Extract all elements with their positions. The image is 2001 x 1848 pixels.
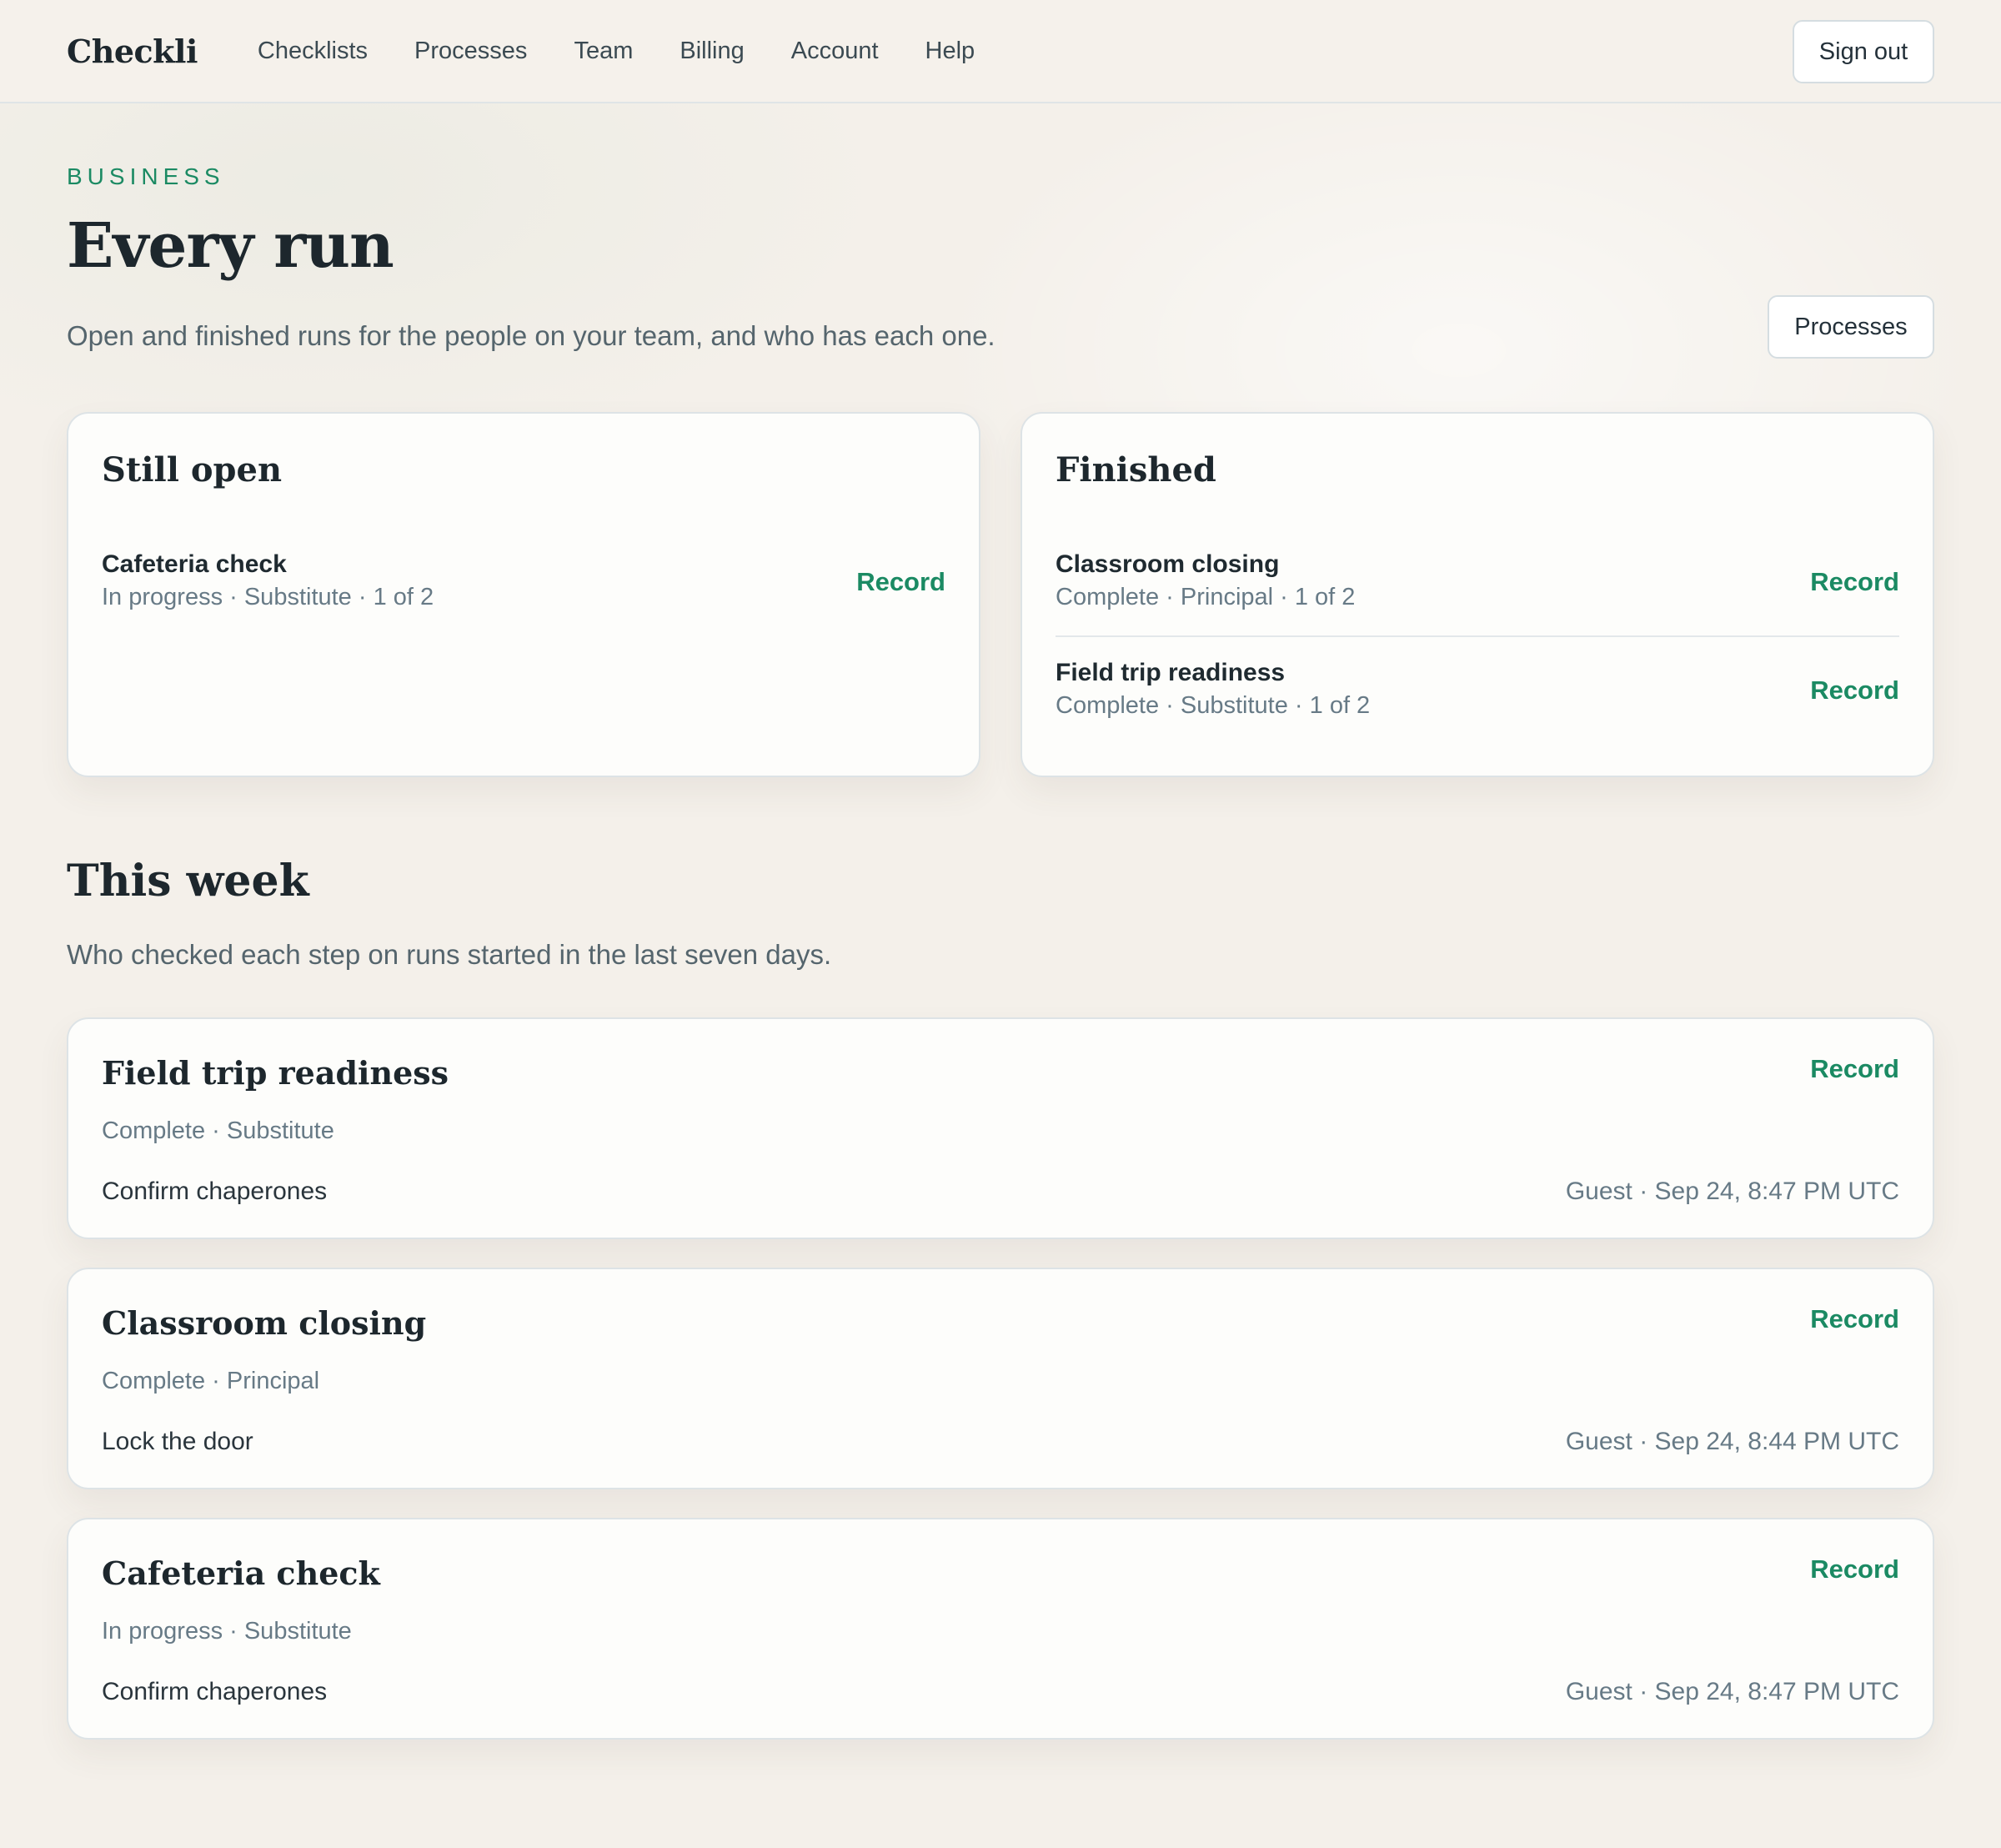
run-title: Classroom closing (102, 1304, 427, 1342)
card-title: Still open (102, 450, 283, 490)
checked-by: Guest · Sep 24, 8:47 PM UTC (1565, 1178, 1899, 1205)
record-link[interactable]: Record (1810, 1554, 1899, 1584)
record-link[interactable]: Record (1810, 1304, 1899, 1334)
checked-by: Guest · Sep 24, 8:44 PM UTC (1565, 1428, 1899, 1455)
nav-link-team[interactable]: Team (574, 38, 633, 65)
brand-logo[interactable]: Checkli (67, 33, 198, 70)
record-link[interactable]: Record (856, 567, 945, 597)
top-nav-bar: Checkli Checklists Processes Team Billin… (0, 0, 2001, 103)
run-meta: Complete · Principal (102, 1368, 320, 1394)
nav-link-processes[interactable]: Processes (414, 38, 527, 65)
run-title: Field trip readiness (1056, 659, 1286, 686)
row-divider (1056, 635, 1899, 637)
nav-link-help[interactable]: Help (925, 38, 975, 65)
run-meta: Complete · Principal · 1 of 2 (1056, 584, 1356, 610)
step-name: Confirm chaperones (102, 1678, 328, 1705)
run-title: Cafeteria check (102, 1554, 380, 1592)
main-nav: Checklists Processes Team Billing Accoun… (258, 38, 1021, 65)
week-run-card: Field trip readiness Record Complete · S… (67, 1017, 1934, 1239)
run-title: Cafeteria check (102, 550, 287, 578)
week-run-card: Cafeteria check Record In progress · Sub… (67, 1518, 1934, 1740)
nav-link-billing[interactable]: Billing (680, 38, 744, 65)
still-open-card: Still open Cafeteria check In progress ·… (67, 412, 980, 777)
sign-out-button[interactable]: Sign out (1793, 20, 1934, 83)
run-meta: In progress · Substitute (102, 1618, 352, 1645)
page-title: Every run (67, 210, 394, 282)
nav-link-account[interactable]: Account (791, 38, 879, 65)
record-link[interactable]: Record (1810, 675, 1899, 706)
run-meta: Complete · Substitute · 1 of 2 (1056, 692, 1371, 719)
finished-card: Finished Classroom closing Complete · Pr… (1021, 412, 1934, 777)
card-title: Finished (1056, 450, 1216, 490)
nav-link-checklists[interactable]: Checklists (258, 38, 368, 65)
step-name: Confirm chaperones (102, 1178, 328, 1205)
step-name: Lock the door (102, 1428, 253, 1455)
section-title: This week (67, 856, 309, 906)
record-link[interactable]: Record (1810, 1054, 1899, 1084)
processes-button[interactable]: Processes (1768, 295, 1934, 359)
run-meta: Complete · Substitute (102, 1117, 334, 1144)
week-run-card: Classroom closing Record Complete · Prin… (67, 1268, 1934, 1489)
page-eyebrow: BUSINESS (67, 163, 225, 189)
run-title: Classroom closing (1056, 550, 1280, 578)
run-title: Field trip readiness (102, 1054, 449, 1092)
page-subtitle: Open and finished runs for the people on… (67, 320, 995, 351)
run-meta: In progress · Substitute · 1 of 2 (102, 584, 434, 610)
section-subtitle: Who checked each step on runs started in… (67, 939, 832, 970)
checked-by: Guest · Sep 24, 8:47 PM UTC (1565, 1678, 1899, 1705)
record-link[interactable]: Record (1810, 567, 1899, 597)
